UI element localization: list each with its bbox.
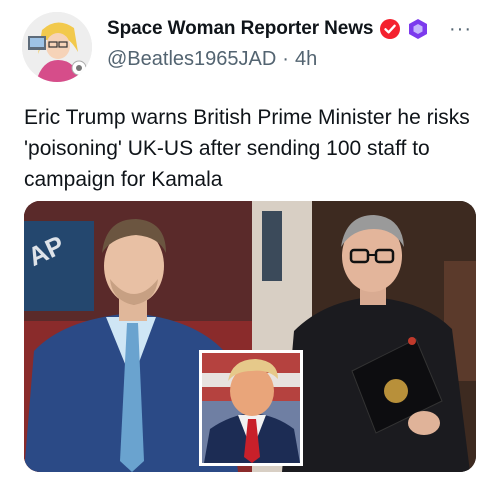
post-media[interactable]: AP — [24, 201, 476, 472]
post-time[interactable]: 4h — [295, 48, 317, 71]
handle-row: @Beatles1965JAD · 4h — [107, 48, 317, 71]
affiliate-hexagon-icon — [407, 18, 429, 40]
author-row: Space Woman Reporter News — [107, 18, 429, 40]
post-card[interactable]: Space Woman Reporter News @Beatles1965JA… — [0, 0, 500, 495]
verified-check-icon — [379, 18, 401, 40]
avatar-illustration — [22, 12, 92, 82]
post-text: Eric Trump warns British Prime Minister … — [24, 106, 470, 191]
more-options-icon[interactable]: ··· — [449, 18, 472, 41]
avatar[interactable] — [22, 12, 92, 82]
separator-dot: · — [282, 48, 289, 70]
author-name[interactable]: Space Woman Reporter News — [107, 18, 374, 40]
donald-trump-photo — [199, 350, 303, 466]
author-handle[interactable]: @Beatles1965JAD — [107, 48, 276, 71]
